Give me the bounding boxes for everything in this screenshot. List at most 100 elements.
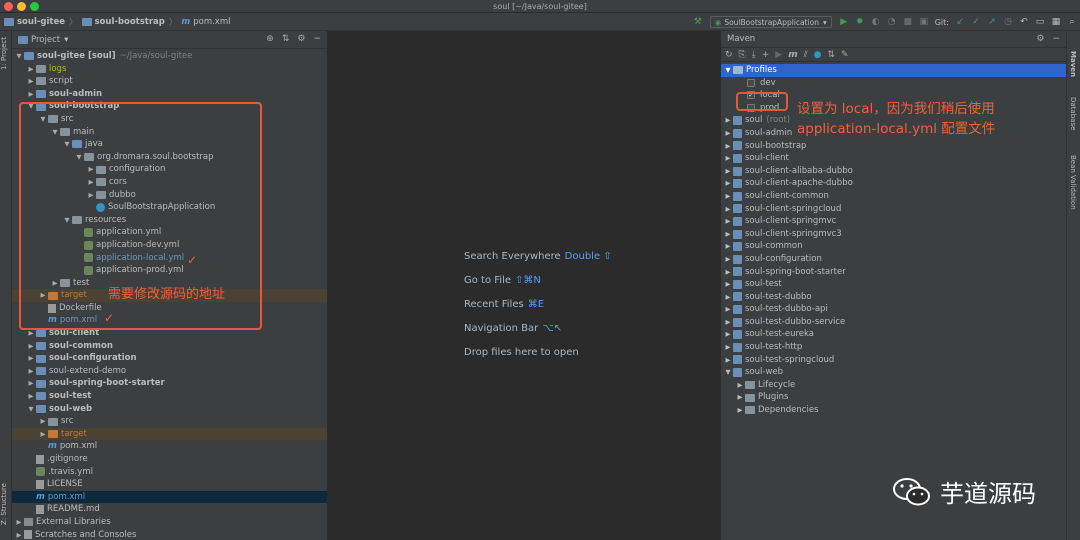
maven-module[interactable]: ▶ soul-test-dubbo-api	[721, 303, 1066, 316]
maven-module[interactable]: ▼ soul-web	[721, 366, 1066, 379]
maven-module[interactable]: ▶ soul-client-springmvc3	[721, 228, 1066, 241]
maven-module[interactable]: ▶ soul-client	[721, 152, 1066, 165]
collapse-icon[interactable]: ⇅	[827, 50, 835, 60]
maven-module[interactable]: ▶ soul-test	[721, 278, 1066, 291]
profile-note-line1: 设置为 local，因为我们稍后使用	[797, 101, 995, 117]
tree-row[interactable]: ▶ External Libraries	[12, 516, 327, 529]
maven-module[interactable]: ▶ soul-test-eureka	[721, 328, 1066, 341]
tree-row[interactable]: ▶ src	[12, 415, 327, 428]
maven-module[interactable]: ▶ soul-spring-boot-starter	[721, 266, 1066, 279]
stop-icon[interactable]: ■	[901, 15, 915, 29]
add-icon[interactable]: +	[762, 50, 770, 60]
reimport-icon[interactable]: ↻	[725, 50, 733, 60]
tree-row[interactable]: ▶ soul-common	[12, 340, 327, 353]
tree-row[interactable]: .gitignore	[12, 453, 327, 466]
tree-row[interactable]: ▶ soul-spring-boot-starter	[12, 377, 327, 390]
tree-row[interactable]: ▶ soul-extend-demo	[12, 365, 327, 378]
build-hammer-icon[interactable]: ⚒	[691, 15, 705, 29]
gear-icon[interactable]: ⚙	[1036, 34, 1044, 44]
tree-row[interactable]: ▶ target	[12, 427, 327, 441]
gear-icon[interactable]: ⚙	[297, 34, 305, 44]
locate-icon[interactable]: ⊕	[266, 34, 274, 44]
toggle-offline-icon[interactable]: ⫽	[804, 50, 808, 60]
history-icon[interactable]: ◷	[1001, 15, 1015, 29]
project-panel: Project ▾ ⊕ ⇅ ⚙ − ▼ soul-gitee [soul] ~/Ja…	[12, 31, 328, 540]
maven-module[interactable]: ▶ soul-common	[721, 240, 1066, 253]
tree-row[interactable]: m pom.xml	[12, 490, 327, 504]
project-panel-title[interactable]: Project	[31, 35, 60, 45]
tree-row[interactable]: ▶ soul-test	[12, 390, 327, 403]
project-tool-tab[interactable]: 1: Project	[0, 37, 12, 70]
skip-tests-icon[interactable]: ●	[814, 50, 822, 60]
zoom-window-button[interactable]	[30, 2, 39, 11]
maven-module[interactable]: ▶ soul-configuration	[721, 253, 1066, 266]
maven-module[interactable]: ▶ soul-bootstrap	[721, 140, 1066, 153]
project-view-icon	[18, 35, 28, 44]
structure-tool-tab[interactable]: Z: Structure	[0, 483, 12, 525]
profiles-node[interactable]: ▼ Profiles	[721, 64, 1066, 77]
tree-row[interactable]: README.md	[12, 503, 327, 516]
chevron-down-icon: ▾	[822, 17, 827, 27]
tree-row[interactable]: ▶ script	[12, 75, 327, 88]
maven-web-dependencies[interactable]: ▶ Dependencies	[721, 404, 1066, 417]
maven-module[interactable]: ▶ soul-client-apache-dubbo	[721, 177, 1066, 190]
git-commit-icon[interactable]: ✓	[969, 15, 983, 29]
maven-module[interactable]: ▶ soul-client-common	[721, 190, 1066, 203]
rollback-icon[interactable]: ↶	[1017, 15, 1031, 29]
hide-icon[interactable]: −	[313, 34, 321, 44]
breadcrumb-module[interactable]: soul-bootstrap 〉	[81, 16, 177, 28]
tree-row[interactable]: ▶ soul-admin	[12, 88, 327, 101]
maven-module[interactable]: ▶ soul-test-dubbo-service	[721, 316, 1066, 329]
frame-icon[interactable]: ▭	[1033, 15, 1047, 29]
settings-icon[interactable]: ▦	[1049, 15, 1063, 29]
wrench-icon[interactable]: ✎	[841, 50, 849, 60]
minimize-window-button[interactable]	[17, 2, 26, 11]
coverage-icon[interactable]: ◐	[869, 15, 883, 29]
tree-row[interactable]: ▶ Scratches and Consoles	[12, 529, 327, 540]
run-icon[interactable]: ▶	[775, 50, 782, 60]
maven-module-icon	[733, 330, 742, 340]
git-update-icon[interactable]: ↙	[953, 15, 967, 29]
tree-row[interactable]: ▶ soul-configuration	[12, 352, 327, 365]
tree-row[interactable]: m pom.xml	[12, 440, 327, 453]
profile-checkbox[interactable]	[747, 78, 755, 87]
breadcrumb-file[interactable]: m pom.xml	[181, 17, 230, 27]
git-push-icon[interactable]: ↗	[985, 15, 999, 29]
hide-icon[interactable]: −	[1052, 34, 1060, 44]
maven-module[interactable]: ▶ soul-test-springcloud	[721, 354, 1066, 367]
debug-icon[interactable]: ✹	[853, 15, 867, 29]
tree-row[interactable]: ▼ soul-web	[12, 403, 327, 416]
profile-dev[interactable]: dev	[721, 77, 1066, 90]
maven-module[interactable]: ▶ soul-test-dubbo	[721, 291, 1066, 304]
tree-row[interactable]: ▶ logs	[12, 63, 327, 76]
run-configuration-select[interactable]: ◉ SoulBootstrapApplication ▾	[709, 16, 832, 28]
download-icon[interactable]: ⤓	[752, 50, 756, 60]
editor-area[interactable]: Search Everywhere Double ⇧ Go to File ⇧⌘N …	[329, 31, 720, 540]
maven-module[interactable]: ▶ soul-client-alibaba-dubbo	[721, 165, 1066, 178]
breadcrumb-root[interactable]: soul-gitee 〉	[4, 16, 78, 28]
chevron-down-icon[interactable]: ▾	[64, 35, 68, 45]
maven-tool-tab[interactable]: Maven	[1069, 51, 1077, 77]
tree-row[interactable]: ▼ soul-gitee [soul] ~/Java/soul-gitee	[12, 50, 327, 63]
maven-module-icon	[733, 191, 742, 201]
tree-row[interactable]: .travis.yml	[12, 466, 327, 479]
collapse-icon[interactable]: ⇅	[282, 34, 290, 44]
tree-row[interactable]: LICENSE	[12, 478, 327, 491]
maven-panel-title: Maven	[727, 34, 756, 44]
maven-module[interactable]: ▶ soul-test-http	[721, 341, 1066, 354]
run-icon[interactable]: ▶	[837, 15, 851, 29]
maven-web-plugins[interactable]: ▶ Plugins	[721, 391, 1066, 404]
maven-module[interactable]: ▶ soul-client-springmvc	[721, 215, 1066, 228]
source-note: 需要修改源码的地址	[108, 287, 226, 302]
database-tool-tab[interactable]: Database	[1069, 97, 1077, 130]
close-window-button[interactable]	[4, 2, 13, 11]
maven-web-lifecycle[interactable]: ▶ Lifecycle	[721, 379, 1066, 392]
profile-icon[interactable]: ◔	[885, 15, 899, 29]
layout-icon[interactable]: ▣	[917, 15, 931, 29]
search-icon[interactable]: ⌕	[1065, 15, 1079, 29]
bean-validation-tool-tab[interactable]: Bean Validation	[1069, 155, 1077, 210]
maven-goal-icon[interactable]: m	[788, 50, 797, 60]
generate-sources-icon[interactable]: ⎘	[739, 50, 746, 60]
maven-module-icon	[733, 229, 742, 239]
maven-module[interactable]: ▶ soul-client-springcloud	[721, 203, 1066, 216]
